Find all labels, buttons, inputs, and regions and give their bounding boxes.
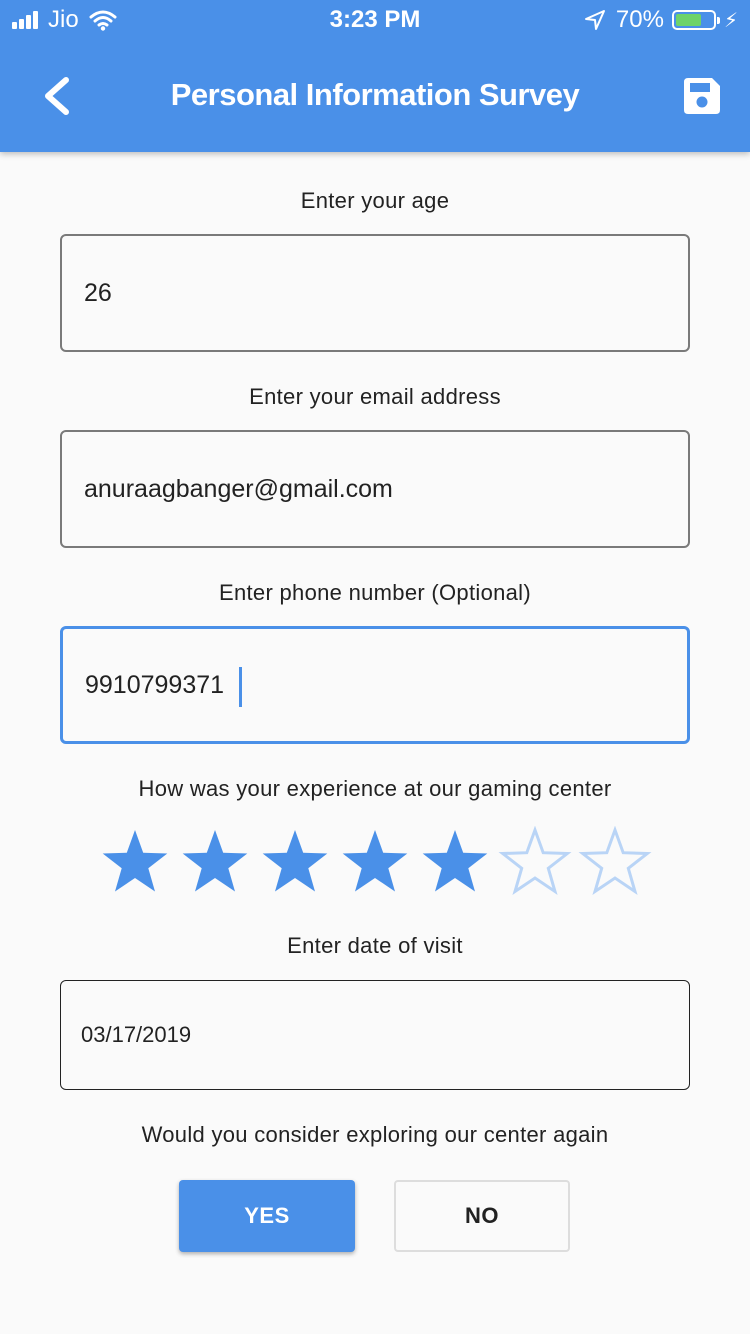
no-button[interactable]: NO bbox=[394, 1180, 570, 1252]
page-title: Personal Information Survey bbox=[170, 77, 580, 112]
star-empty-icon[interactable] bbox=[575, 826, 655, 898]
email-label: Enter your email address bbox=[249, 384, 501, 409]
app-bar: Jio 3:23 PM 70% ⚡ Personal Information S… bbox=[0, 0, 750, 152]
battery-percent: 70% bbox=[615, 6, 664, 33]
date-field[interactable] bbox=[60, 980, 690, 1090]
phone-field[interactable] bbox=[60, 626, 690, 744]
star-filled-icon[interactable] bbox=[175, 826, 255, 898]
date-input[interactable] bbox=[61, 981, 689, 1089]
star-shape bbox=[498, 826, 572, 896]
star-filled-icon[interactable] bbox=[415, 826, 495, 898]
battery-fill bbox=[675, 14, 702, 26]
email-field[interactable] bbox=[60, 430, 690, 548]
phone-input[interactable] bbox=[63, 629, 687, 741]
location-arrow-icon bbox=[584, 10, 605, 30]
yes-button[interactable]: YES bbox=[179, 1180, 355, 1252]
status-right: 70% ⚡ bbox=[584, 6, 738, 34]
star-filled-icon[interactable] bbox=[335, 826, 415, 898]
age-input[interactable] bbox=[62, 236, 688, 350]
star-shape bbox=[182, 830, 248, 892]
age-field[interactable] bbox=[60, 234, 690, 352]
revisit-label: Would you consider exploring our center … bbox=[141, 1122, 609, 1147]
star-shape bbox=[342, 830, 408, 892]
status-bar: Jio 3:23 PM 70% ⚡ bbox=[0, 0, 750, 40]
date-label: Enter date of visit bbox=[287, 933, 463, 958]
save-button[interactable] bbox=[680, 74, 724, 118]
email-input[interactable] bbox=[62, 432, 688, 546]
experience-label: How was your experience at our gaming ce… bbox=[138, 776, 612, 801]
floppy-disk-icon bbox=[684, 78, 720, 114]
charging-bolt-icon: ⚡ bbox=[723, 9, 738, 32]
age-label: Enter your age bbox=[300, 188, 450, 213]
star-rating[interactable] bbox=[95, 826, 655, 898]
text-caret bbox=[239, 667, 242, 707]
battery-nub bbox=[716, 17, 720, 24]
battery-icon bbox=[671, 10, 720, 30]
phone-label: Enter phone number (Optional) bbox=[219, 580, 531, 605]
star-shape bbox=[578, 826, 652, 896]
star-filled-icon[interactable] bbox=[255, 826, 335, 898]
star-empty-icon[interactable] bbox=[495, 826, 575, 898]
star-shape bbox=[262, 830, 328, 892]
star-shape bbox=[102, 830, 168, 892]
star-shape bbox=[422, 830, 488, 892]
star-filled-icon[interactable] bbox=[95, 826, 175, 898]
